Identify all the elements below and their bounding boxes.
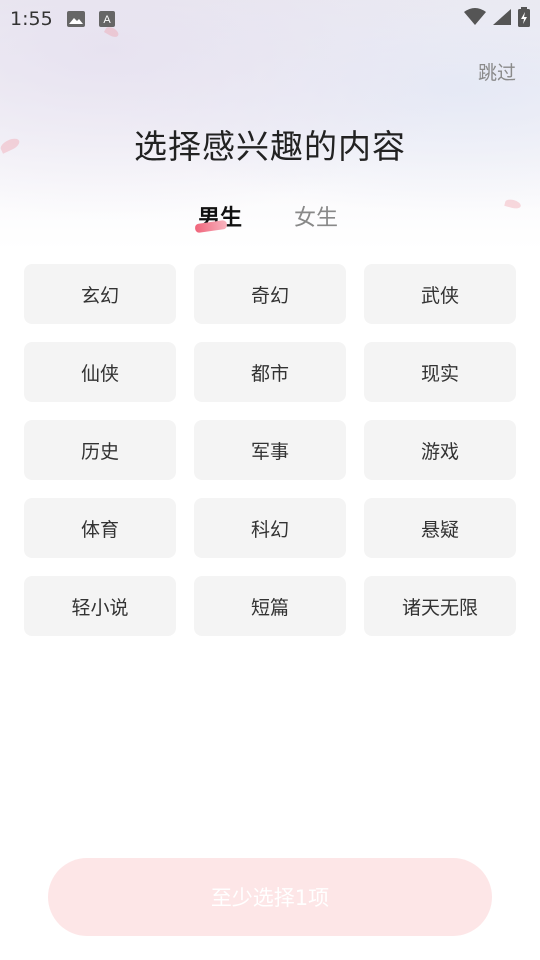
genre-tag[interactable]: 奇幻 [194, 264, 346, 324]
genre-tag[interactable]: 玄幻 [24, 264, 176, 324]
genre-tag[interactable]: 都市 [194, 342, 346, 402]
tab-female[interactable]: 女生 [294, 200, 338, 232]
skip-button[interactable]: 跳过 [478, 58, 516, 85]
svg-text:A: A [103, 14, 111, 26]
genre-tag[interactable]: 仙侠 [24, 342, 176, 402]
genre-tag[interactable]: 游戏 [364, 420, 516, 480]
signal-icon [493, 9, 511, 25]
page-title: 选择感兴趣的内容 [134, 127, 406, 166]
status-time: 1:55 [10, 8, 53, 30]
genre-tag[interactable]: 短篇 [194, 576, 346, 636]
genre-tag[interactable]: 历史 [24, 420, 176, 480]
battery-icon [518, 7, 530, 27]
genre-tag[interactable]: 军事 [194, 420, 346, 480]
wifi-icon [464, 8, 486, 25]
genre-tag[interactable]: 悬疑 [364, 498, 516, 558]
status-bar: 1:55 A [0, 0, 540, 38]
genre-tag[interactable]: 轻小说 [24, 576, 176, 636]
image-icon [66, 11, 85, 27]
genre-tag[interactable]: 诸天无限 [364, 576, 516, 636]
genre-grid: 玄幻 奇幻 武侠 仙侠 都市 现实 历史 军事 游戏 体育 科幻 悬疑 轻小说 … [24, 264, 516, 636]
genre-tag[interactable]: 科幻 [194, 498, 346, 558]
genre-tag[interactable]: 体育 [24, 498, 176, 558]
text-a-icon: A [98, 11, 115, 27]
gender-tabs: 男生 女生 [0, 200, 540, 240]
genre-tag[interactable]: 武侠 [364, 264, 516, 324]
genre-tag[interactable]: 现实 [364, 342, 516, 402]
confirm-button[interactable]: 至少选择1项 [48, 858, 492, 936]
